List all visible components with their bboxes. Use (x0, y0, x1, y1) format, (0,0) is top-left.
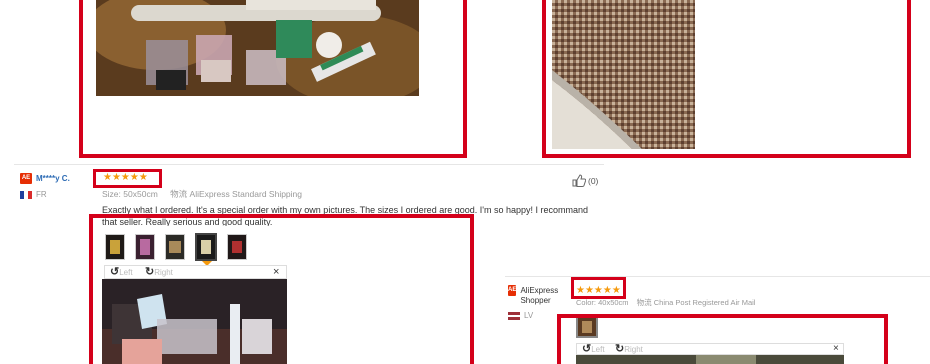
shipping-method: AliExpress Standard Shipping (189, 189, 303, 199)
shipping-prefix: 物流 (636, 298, 652, 307)
highlight-box (79, 0, 467, 158)
review-meta: Size: 50x50cm 物流 AliExpress Standard Shi… (102, 188, 302, 200)
shipping-method: China Post Registered Air Mail (653, 298, 756, 307)
color-label: Color: (576, 298, 597, 307)
aliexpress-badge-icon: AE (508, 285, 517, 296)
size-value: 50x50cm (123, 189, 158, 199)
highlight-box (93, 169, 162, 188)
thumbs-up-icon (572, 174, 586, 187)
buyer-info: AE M****y C. FR (20, 173, 100, 199)
buyer-name[interactable]: M****y C. (36, 174, 70, 183)
size-label: Size: (102, 189, 121, 199)
buyer-country: FR (36, 190, 47, 199)
highlight-box (571, 277, 626, 299)
review-divider (14, 164, 604, 165)
highlight-box (89, 214, 474, 364)
highlight-box (557, 314, 888, 364)
shipping-prefix: 物流 (170, 189, 188, 199)
helpful-count: (0) (588, 175, 599, 186)
review-divider (505, 276, 930, 277)
aliexpress-badge-icon: AE (20, 173, 32, 184)
buyer-country: LV (524, 311, 534, 320)
review-meta: Color: 40x50cm 物流 China Post Registered … (576, 297, 755, 308)
color-value: 40x50cm (598, 298, 629, 307)
france-flag-icon (20, 190, 32, 199)
buyer-name[interactable]: AliExpress Shopper (520, 286, 570, 306)
helpful-button[interactable]: (0) (572, 174, 598, 187)
highlight-box (542, 0, 911, 158)
latvia-flag-icon (508, 311, 520, 320)
